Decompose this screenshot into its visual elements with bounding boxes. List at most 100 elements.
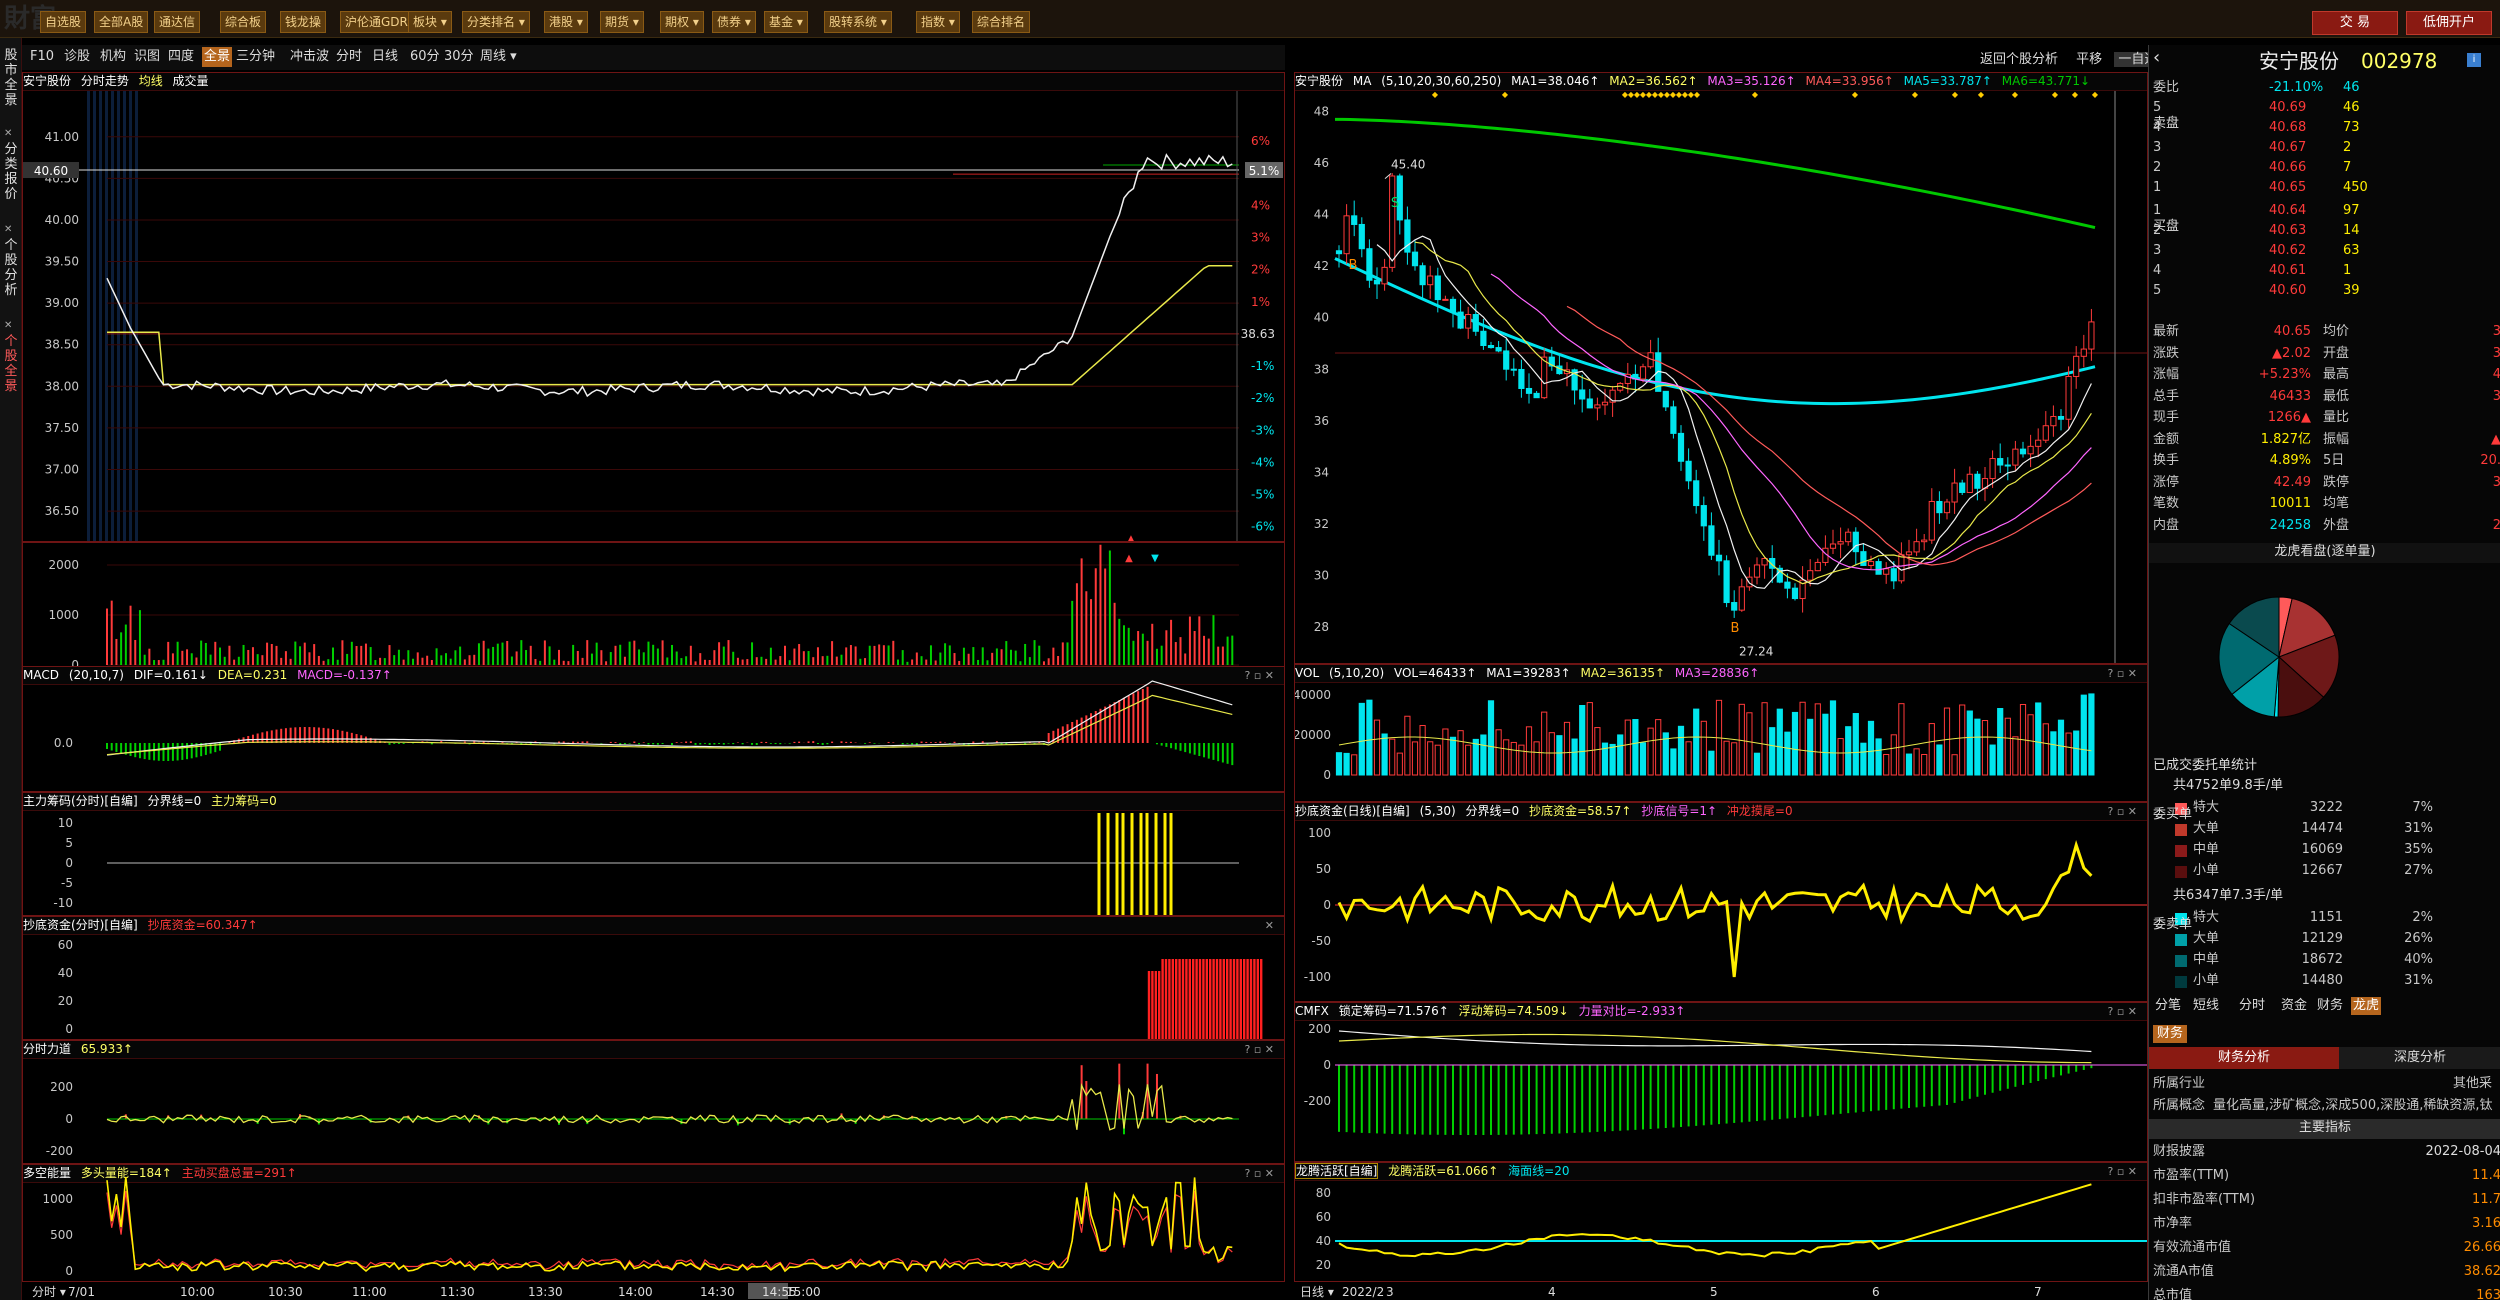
close-icon[interactable]: ✕ [4,224,12,235]
candle-body [1921,539,1928,543]
volume-bar [1875,738,1882,776]
top-menu-button[interactable]: 分类排名 ▾ [462,11,530,33]
force-tick-label: -200 [46,1144,73,1158]
view-tab[interactable]: 冲击波 [288,47,331,67]
volume-bar [1434,744,1441,776]
top-menu-button[interactable]: 债券 ▾ [712,11,756,33]
view-tab[interactable]: 60分 [408,47,442,67]
quote-tab[interactable]: 分时 [2237,997,2267,1015]
volume-bar [1829,700,1837,776]
back-to-analysis-button[interactable]: 返回个股分析 [1980,52,2058,67]
view-tab[interactable]: 日线 [370,47,400,67]
bottom-fund-chart[interactable]: 60 40 20 0 [23,917,1284,1039]
candle-body [1335,250,1343,255]
candle-body [1457,311,1464,329]
quote-tab[interactable]: 分笔 [2153,997,2183,1015]
top-menu-button[interactable]: 期货 ▾ [600,11,644,33]
intraday-volume-chart[interactable]: 200010000▲ ▼ [23,543,1284,683]
vol-tick-label: 2000 [48,558,79,572]
view-tab[interactable]: 周线 ▾ [478,47,519,67]
quote-info-icon[interactable]: i [2467,53,2481,67]
view-tab[interactable]: 三分钟 [234,47,277,67]
candle-body [1518,368,1525,389]
macd-chart[interactable]: 0.0 [23,667,1284,791]
top-menu-button[interactable]: 通达信 [154,11,201,33]
energy-chart[interactable]: 1000 500 0 [23,1165,1284,1281]
top-menu-button[interactable]: 基金 ▾ [764,11,808,33]
view-tab[interactable]: 30分 [442,47,476,67]
pct-tick-label: -1% [1251,359,1274,373]
daily-bottom-fund-chart[interactable]: 100 50 0 -50 -100 [1295,803,2147,1001]
view-tab[interactable]: 机构 [98,47,128,67]
finance-tab[interactable]: 财务 [2153,1025,2188,1043]
quote-tab[interactable]: 龙虎 [2351,997,2382,1015]
view-tab[interactable]: 诊股 [62,47,92,67]
volume-bar [2065,732,2072,776]
sidebar-tab-market[interactable]: 股市全景 [1,48,21,118]
top-menu-button[interactable]: 期权 ▾ [660,11,704,33]
candle-body [1487,345,1495,349]
buy-signal: B [1731,621,1740,636]
candle-body [1943,501,1951,514]
force-chart[interactable]: 200 0 -200 [23,1041,1284,1163]
vol-tick-label: 1000 [48,608,79,622]
quote-tab[interactable]: 财务 [2315,997,2345,1015]
intraday-chart[interactable]: 41.0040.5040.0039.5039.0038.5038.0037.50… [23,73,1284,541]
active-buy-line [106,1190,1233,1272]
cmfx-chart[interactable]: 200 0 -200 [1295,1003,2147,1161]
main-chip-chart[interactable]: 10 5 0 -5 -10 [23,793,1284,915]
volume-bar [1404,715,1411,776]
sell-side-label: 卖盘 [2153,116,2180,131]
finance-analysis-tab[interactable]: 财务分析 [2149,1047,2339,1069]
price-tick-label: 46 [1314,156,1329,170]
force-tick-label: 0 [65,1112,73,1126]
high-price-mark: 45.40 [1391,157,1425,171]
quote-tab[interactable]: 资金 [2279,997,2309,1015]
time-tick-label: 11:30 [440,1285,475,1299]
top-menu-button[interactable]: 港股 ▾ [544,11,588,33]
view-tab[interactable]: 分时 [334,47,364,67]
quote-stock-code: 002978 [2361,49,2438,73]
date-tick-label: 2022/2 [1342,1285,1384,1299]
view-tab[interactable]: F10 [28,47,56,67]
trade-button[interactable]: 交 易 [2312,11,2398,35]
dragon-line [1338,1183,2092,1258]
daily-volume-chart[interactable]: 40000 20000 0 [1295,665,2147,801]
top-menu-button[interactable]: 板块 ▾ [408,11,452,33]
volume-bar [1351,754,1358,776]
sidebar-tab-stock-analysis[interactable]: 个股分析 [1,238,21,308]
candle-body [2080,348,2087,357]
volume-bar [1381,733,1388,776]
view-tab[interactable]: 四度 [166,47,196,67]
back-arrow-icon[interactable]: ‹ [2153,49,2160,67]
fund-tick-label: -50 [1311,934,1331,948]
top-menu-button[interactable]: 综合排名 [972,11,1031,33]
view-tab[interactable]: 全景 [202,47,233,67]
quote-tab[interactable]: 短线 [2191,997,2221,1015]
price-tick-label: 38 [1314,362,1329,376]
open-account-button[interactable]: 低佣开户 [2406,11,2492,35]
top-menu-button[interactable]: 自选股 [40,11,87,33]
volume-bar [1776,708,1783,776]
sidebar-tab-classify[interactable]: 分类报价 [1,142,21,212]
time-tick-label: 7/01 [68,1285,95,1299]
top-menu-button[interactable]: 全部A股 [94,11,149,33]
view-tab[interactable]: 识图 [132,47,162,67]
dragon-chart[interactable]: 80 60 40 20 [1295,1163,2147,1281]
close-icon[interactable]: ✕ [4,128,12,139]
sidebar-tab-stock-overview[interactable]: 个股全景 [1,334,21,404]
close-icon[interactable]: ✕ [4,320,12,331]
top-menu-button[interactable]: 股转系统 ▾ [824,11,892,33]
top-menu-button[interactable]: 综合板 [220,11,267,33]
daily-kline-chart[interactable]: 4846444240383634323028◆ ◆ ◆ ◆ ◆ ◆ ◆ ◆ ◆ ◆ ◆ ◆ ◆◆ ◆ ◆ ◆ ◆… [1295,73,2147,663]
flat-button[interactable]: 平移 [2076,52,2102,67]
finance-row: 流通A市值 38.62 [2153,1264,2500,1279]
volume-bar [1723,740,1730,776]
depth-analysis-tab[interactable]: 深度分析 [2339,1047,2500,1069]
signal-diamond: ◆ [1432,90,1439,99]
candle-body [1890,568,1897,582]
top-menu-button[interactable]: 沪伦通GDR [340,11,413,33]
top-menu-button[interactable]: 指数 ▾ [916,11,960,33]
volume-bar [1913,748,1920,776]
top-menu-button[interactable]: 钱龙操 [280,11,327,33]
